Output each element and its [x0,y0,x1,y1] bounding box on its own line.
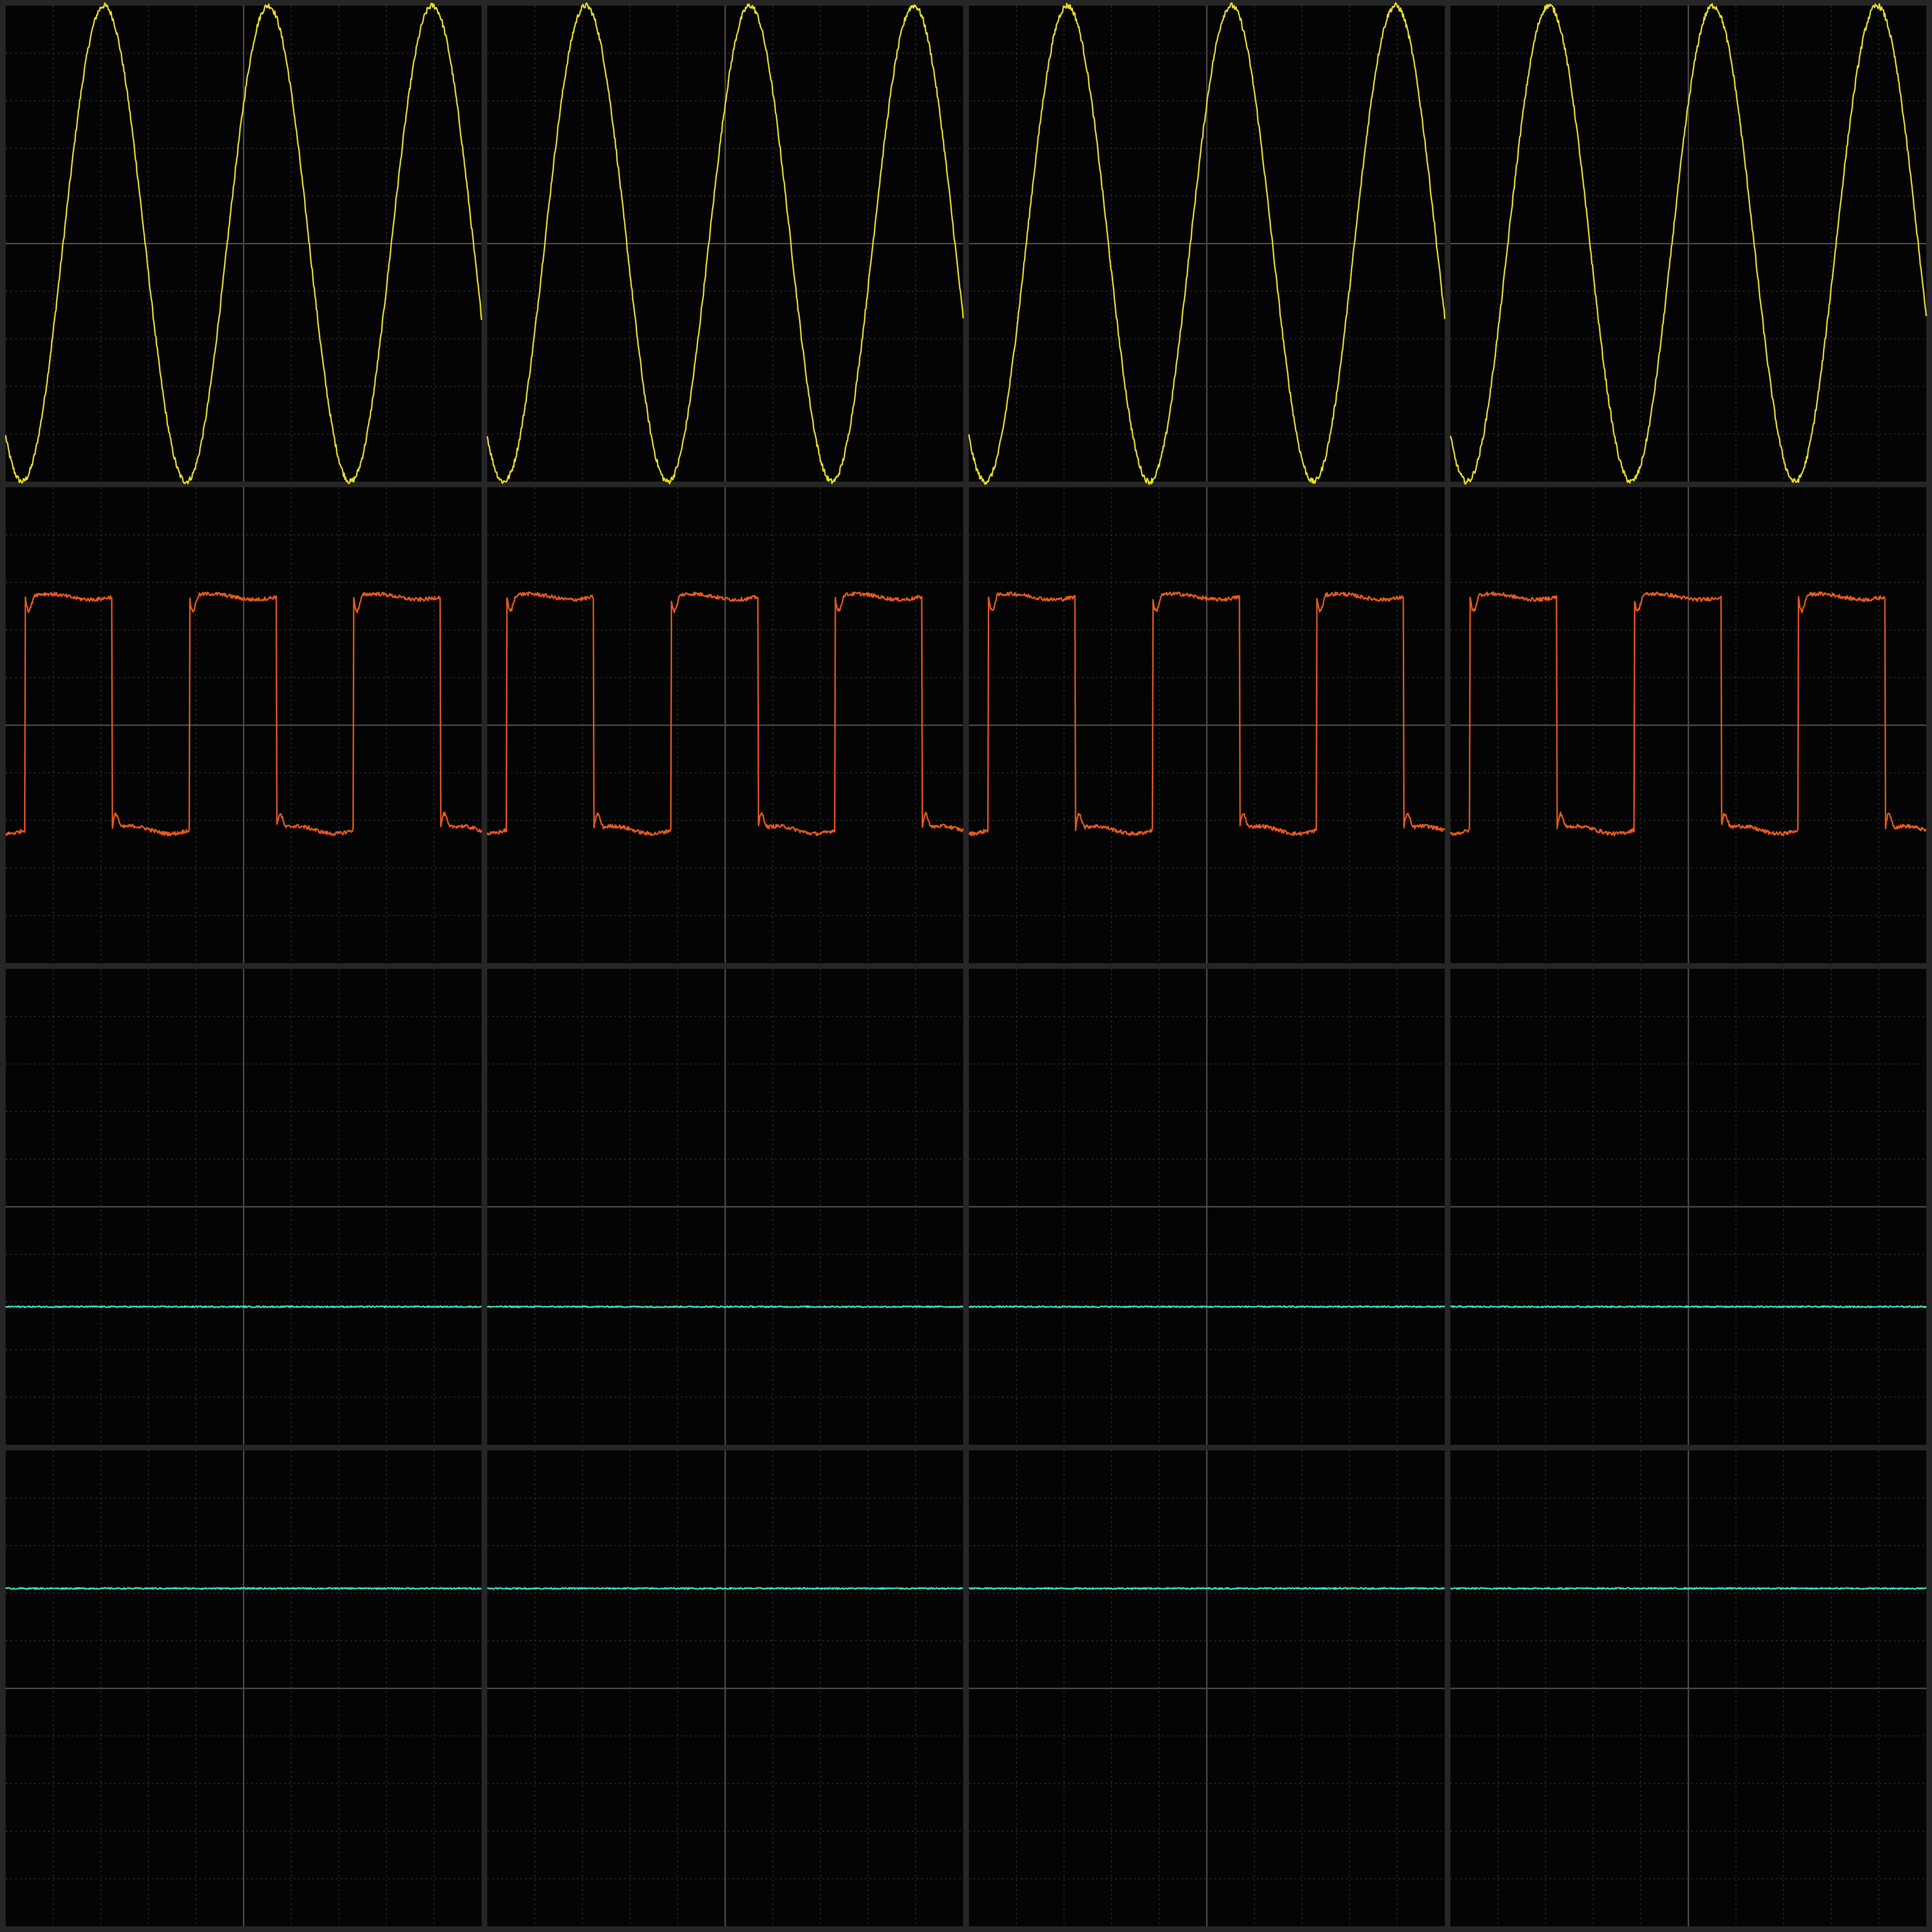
scope-panel-r1-c3 [1449,487,1927,963]
scope-panel-r3-c2 [968,1450,1445,1926]
waveform-trace-ch4 [487,1587,964,1590]
scope-panel-r2-c1 [486,969,964,1445]
scope-panel-r3-c0 [5,1450,482,1926]
scope-panel-r0-c2 [968,2,1446,485]
scope-panel-r2-c0 [5,969,482,1445]
scope-panel-grid [5,2,1927,1926]
waveform-trace-ch4 [5,1587,482,1590]
scope-panel-r1-c1 [486,487,964,963]
scope-panel-r0-c1 [486,2,964,484]
waveform-trace-ch3 [968,1305,1446,1308]
scope-panel-r1-c2 [968,487,1446,963]
scope-panel-r2-c2 [968,969,1446,1445]
waveform-trace-ch3 [5,1305,482,1308]
scope-panel-r3-c3 [1450,1450,1927,1926]
scope-panel-r3-c1 [487,1450,964,1926]
scope-panel-r0-c0 [5,2,483,484]
oscilloscope-display [0,0,1932,1932]
scope-panel-r0-c3 [1449,3,1927,485]
scope-panel-r2-c3 [1450,969,1927,1445]
scope-panel-r1-c0 [5,487,483,963]
waveform-trace-ch4 [968,1587,1445,1590]
